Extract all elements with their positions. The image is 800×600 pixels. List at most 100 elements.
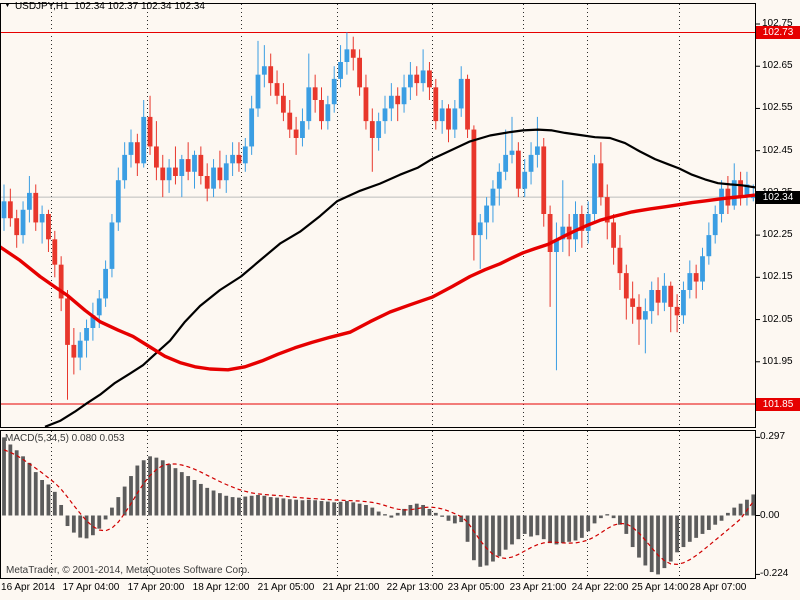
candle-body (503, 155, 508, 172)
candle-body (129, 142, 134, 155)
macd-bar (656, 516, 660, 575)
macd-bar (428, 509, 432, 516)
macd-bar (751, 494, 755, 515)
candle-body (21, 210, 26, 235)
macd-bar (148, 456, 152, 515)
candle-body (218, 168, 223, 181)
candle-body (446, 108, 451, 129)
macd-bar (224, 496, 228, 516)
macd-bar (155, 458, 159, 516)
macd-bar (593, 516, 597, 524)
candle-body (427, 70, 432, 87)
macd-bar (104, 516, 108, 520)
candle-body (681, 290, 686, 315)
candle-body (694, 273, 699, 281)
candle-body (198, 155, 203, 176)
symbol-dropdown-icon[interactable]: ▼ (4, 2, 11, 9)
candle-body (364, 87, 369, 121)
candle-body (135, 142, 140, 163)
candle-body (300, 121, 305, 138)
macd-bar (516, 516, 520, 540)
copyright-text: MetaTrader, © 2001-2014, MetaQuotes Soft… (6, 565, 250, 576)
candle-body (192, 155, 197, 172)
candle-body (522, 172, 527, 189)
candle-body (662, 286, 667, 303)
macd-bar (580, 516, 584, 538)
macd-bar (415, 504, 419, 516)
macd-bar (650, 516, 654, 573)
candle-body (65, 298, 70, 344)
macd-bar (389, 516, 393, 518)
macd-bar (688, 516, 692, 542)
macd-bar (294, 500, 298, 516)
candle-body (306, 87, 311, 121)
candle-body (668, 286, 673, 307)
candle-body (230, 155, 235, 163)
macd-bar (548, 516, 552, 544)
macd-bar (485, 516, 489, 566)
macd-bar (186, 476, 190, 515)
candle-body (510, 151, 515, 155)
macd-bar (28, 463, 32, 516)
candle-body (243, 146, 248, 163)
macd-bar (332, 502, 336, 515)
candle-body (529, 155, 534, 172)
macd-bar (53, 492, 57, 516)
candle-body (414, 75, 419, 83)
macd-bar (542, 516, 546, 540)
macd-bar (250, 496, 254, 516)
macd-bar (726, 513, 730, 516)
candle-body (675, 307, 680, 315)
macd-bar (167, 464, 171, 515)
macd-bar (669, 516, 673, 562)
macd-bar (694, 516, 698, 538)
time-axis-label: 23 Apr 05:00 (448, 582, 505, 593)
candle-body (141, 117, 146, 163)
candle-body (224, 163, 229, 180)
macd-bar (237, 498, 241, 516)
candle-body (167, 168, 172, 181)
chart-canvas[interactable] (0, 0, 800, 600)
macd-bar (523, 516, 527, 534)
candle-body (395, 96, 400, 104)
price-axis-label: 102.15 (762, 271, 793, 282)
macd-bar (637, 516, 641, 558)
macd-bar (129, 476, 133, 515)
macd-axis-label: -0.224 (760, 568, 788, 579)
macd-bar (567, 516, 571, 542)
macd-bar (370, 508, 374, 516)
macd-bar (472, 516, 476, 561)
macd-bar (536, 516, 540, 536)
macd-bar (599, 516, 603, 519)
candle-body (71, 345, 76, 358)
candle-body (186, 159, 191, 172)
macd-bar (320, 501, 324, 515)
macd-bar (574, 516, 578, 541)
candle-body (459, 79, 464, 109)
candle-body (205, 176, 210, 189)
macd-bar (586, 516, 590, 532)
macd-bar (529, 516, 533, 537)
candle-body (376, 121, 381, 138)
chart-window: ▼USDJPY,H1 102.34 102.37 102.34 102.34 M… (0, 0, 800, 600)
candle-body (535, 146, 540, 154)
macd-axis-label: 0.00 (760, 510, 779, 521)
macd-bar (713, 516, 717, 525)
candle-body (103, 269, 108, 299)
price-axis-label: 102.05 (762, 314, 793, 325)
candle-body (541, 146, 546, 214)
candle-body (491, 189, 496, 206)
price-axis-label: 102.25 (762, 229, 793, 240)
symbol-ohlc: 102.34 102.37 102.34 102.34 (74, 1, 205, 12)
macd-bar (478, 516, 482, 567)
macd-bar (739, 504, 743, 516)
current-price-badge: 102.34 (756, 191, 800, 204)
candle-body (325, 104, 330, 121)
candle-body (573, 214, 578, 239)
candle-body (237, 155, 242, 163)
candle-body (154, 146, 159, 167)
candle-body (294, 130, 299, 138)
candle-body (643, 311, 648, 319)
candle-body (548, 214, 553, 252)
macd-bar (383, 514, 387, 515)
